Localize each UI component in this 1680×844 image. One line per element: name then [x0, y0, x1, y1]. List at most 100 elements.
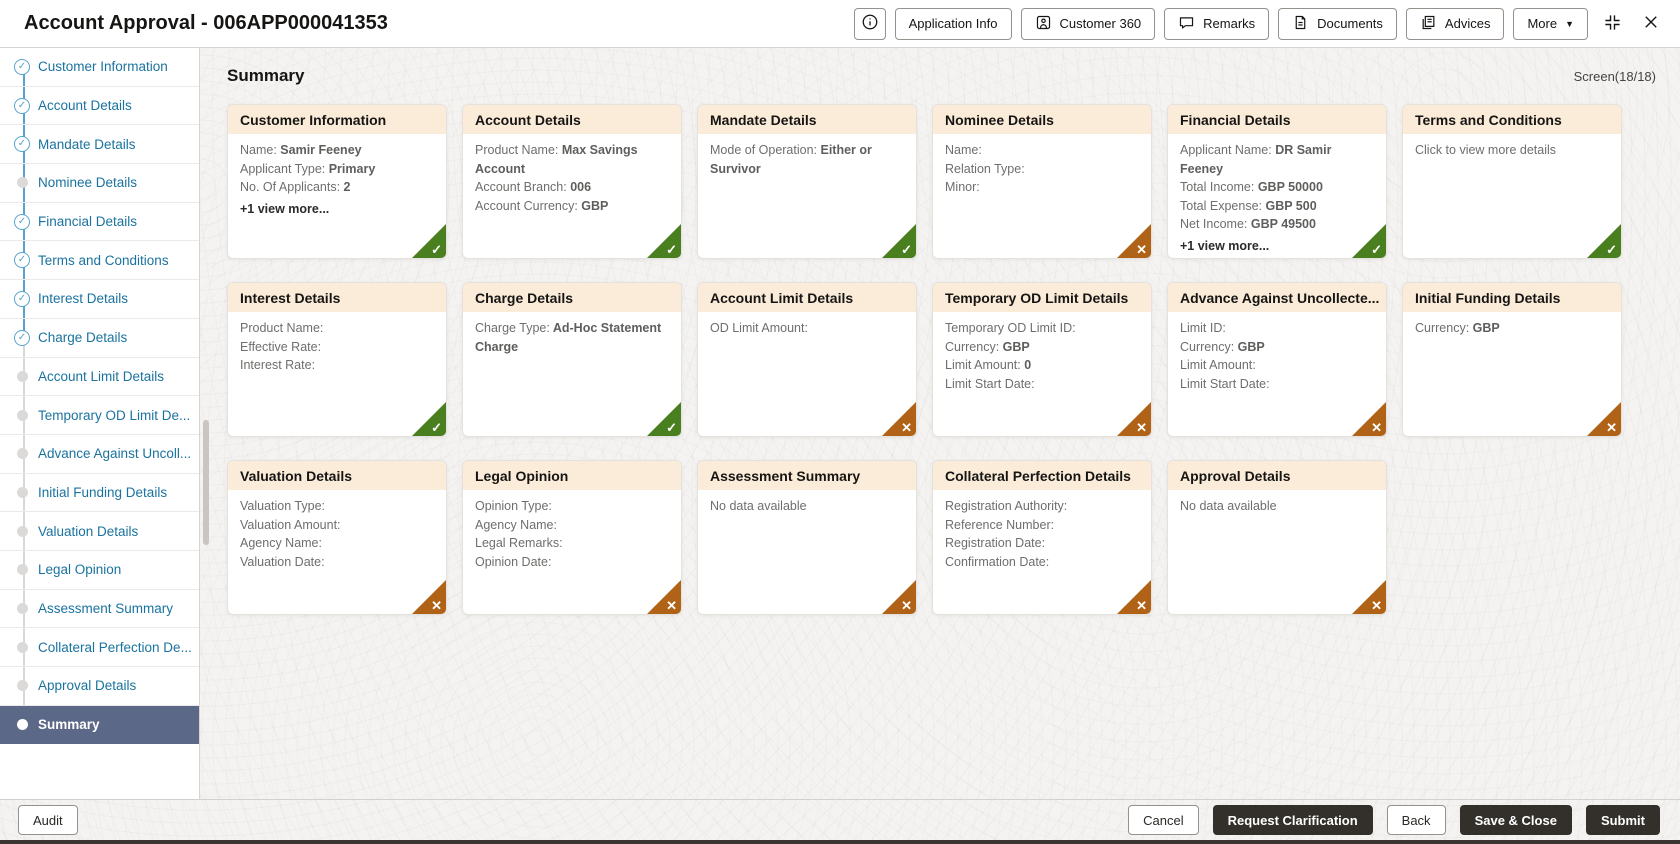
top-bar-actions: Application Info Customer 360 Remarks Do…	[853, 7, 1666, 40]
step-status-icon	[17, 680, 28, 692]
step-status-icon: ✓	[14, 97, 30, 114]
card-charge-details[interactable]: Charge Details Charge Type: Ad-Hoc State…	[462, 282, 682, 437]
card-field: Name:	[945, 143, 982, 157]
card-body: Mode of Operation: Either or Survivor	[698, 134, 916, 185]
status-glyph-icon: ✓	[666, 242, 677, 257]
customer-360-button[interactable]: Customer 360	[1020, 7, 1156, 40]
card-field: Legal Remarks:	[475, 536, 563, 550]
card-customer-information[interactable]: Customer Information Name: Samir Feeney A…	[227, 104, 447, 259]
sidebar-item-legal-opinion[interactable]: Legal Opinion	[0, 551, 199, 590]
error-cross-badge: ✕	[882, 580, 916, 614]
card-field: Reference Number:	[945, 517, 1055, 532]
back-button[interactable]: Back	[1386, 805, 1446, 835]
request-clarification-button[interactable]: Request Clarification	[1212, 805, 1373, 835]
step-status-icon: ✓	[14, 252, 30, 269]
card-account-limit-details[interactable]: Account Limit Details OD Limit Amount: ✕	[697, 282, 917, 437]
close-button[interactable]	[1636, 9, 1666, 39]
success-check-badge: ✓	[1587, 224, 1621, 258]
card-field: Product Name: Max Savings Account	[475, 143, 638, 176]
application-info-button[interactable]: Application Info	[894, 7, 1012, 40]
info-button[interactable]	[853, 7, 886, 40]
sidebar-item-initial-funding-details[interactable]: Initial Funding Details	[0, 474, 199, 513]
sidebar-item-label: Terms and Conditions	[38, 252, 169, 268]
sidebar-item-nominee-details[interactable]: Nominee Details	[0, 164, 199, 203]
sidebar-item-approval-details[interactable]: Approval Details	[0, 667, 199, 706]
card-body: Product Name: Max Savings Account Account…	[463, 134, 681, 222]
step-status-icon: ✓	[14, 58, 30, 75]
submit-button[interactable]: Submit	[1585, 805, 1660, 835]
sidebar-item-assessment-summary[interactable]: Assessment Summary	[0, 590, 199, 629]
sidebar-item-label: Temporary OD Limit De...	[38, 407, 191, 423]
advices-button[interactable]: Advices	[1405, 7, 1505, 40]
sidebar-item-label: Financial Details	[38, 214, 138, 230]
card-initial-funding-details[interactable]: Initial Funding Details Currency: GBP ✕	[1402, 282, 1622, 437]
card-field: Limit Amount: 0	[945, 358, 1032, 372]
customer-360-icon	[1035, 14, 1052, 34]
card-nominee-details[interactable]: Nominee Details Name: Relation Type: Minor…	[932, 104, 1152, 259]
card-assessment-summary[interactable]: Assessment Summary No data available ✕	[697, 460, 917, 615]
sidebar-item-temporary-od-limit-de[interactable]: Temporary OD Limit De...	[0, 396, 199, 435]
sidebar-item-customer-information[interactable]: ✓ Customer Information	[0, 48, 199, 87]
save-and-close-button[interactable]: Save & Close	[1459, 805, 1572, 835]
sidebar-item-collateral-perfection-de[interactable]: Collateral Perfection De...	[0, 628, 199, 667]
card-title: Approval Details	[1168, 461, 1386, 490]
sidebar-item-advance-against-uncoll[interactable]: Advance Against Uncoll...	[0, 435, 199, 474]
audit-button[interactable]: Audit	[18, 805, 78, 835]
card-title: Interest Details	[228, 283, 446, 312]
card-valuation-details[interactable]: Valuation Details Valuation Type: Valuati…	[227, 460, 447, 615]
step-status-icon	[17, 409, 28, 421]
card-body: Charge Type: Ad-Hoc Statement Charge	[463, 312, 681, 363]
status-glyph-icon: ✓	[1371, 242, 1382, 257]
sidebar-item-interest-details[interactable]: ✓ Interest Details	[0, 280, 199, 319]
card-account-details[interactable]: Account Details Product Name: Max Saving…	[462, 104, 682, 259]
card-approval-details[interactable]: Approval Details No data available ✕	[1167, 460, 1387, 615]
sidebar-item-label: Initial Funding Details	[38, 484, 168, 500]
sidebar-item-summary[interactable]: Summary	[0, 705, 199, 745]
sidebar-item-financial-details[interactable]: ✓ Financial Details	[0, 203, 199, 242]
card-title: Initial Funding Details	[1403, 283, 1621, 312]
screen-indicator: Screen(18/18)	[1573, 68, 1656, 84]
sidebar-item-terms-and-conditions[interactable]: ✓ Terms and Conditions	[0, 241, 199, 281]
cancel-button[interactable]: Cancel	[1128, 805, 1199, 835]
step-status-icon	[17, 641, 28, 653]
view-more-link[interactable]: +1 view more...	[1180, 239, 1374, 253]
card-temporary-od-limit-details[interactable]: Temporary OD Limit Details Temporary OD …	[932, 282, 1152, 437]
card-terms-and-conditions[interactable]: Terms and Conditions Click to view more …	[1402, 104, 1622, 259]
remarks-button[interactable]: Remarks	[1164, 7, 1270, 40]
card-body: No data available	[698, 490, 916, 523]
card-interest-details[interactable]: Interest Details Product Name: Effective …	[227, 282, 447, 437]
card-field: Charge Type: Ad-Hoc Statement Charge	[475, 321, 662, 354]
card-field: Limit ID:	[1180, 321, 1226, 335]
sidebar-item-label: Charge Details	[38, 330, 128, 346]
status-glyph-icon: ✕	[901, 598, 912, 613]
documents-button[interactable]: Documents	[1278, 7, 1397, 40]
card-field: Currency: GBP	[1415, 321, 1500, 335]
sidebar-item-account-limit-details[interactable]: Account Limit Details	[0, 358, 199, 397]
card-financial-details[interactable]: Financial Details Applicant Name: DR Sam…	[1167, 104, 1387, 259]
card-field: Limit Amount:	[1180, 358, 1256, 372]
more-button[interactable]: More ▼	[1513, 7, 1588, 40]
card-body: Product Name: Effective Rate: Interest Rat…	[228, 312, 446, 382]
card-legal-opinion[interactable]: Legal Opinion Opinion Type: Agency Name: L…	[462, 460, 682, 615]
card-field: Relation Type:	[945, 161, 1025, 176]
status-glyph-icon: ✕	[666, 598, 677, 613]
step-status-icon	[17, 525, 28, 537]
card-body: Temporary OD Limit ID: Currency: GBP Limit…	[933, 312, 1151, 400]
sidebar-item-valuation-details[interactable]: Valuation Details	[0, 512, 199, 551]
collapse-button[interactable]	[1597, 9, 1627, 39]
card-advance-against-uncollecte[interactable]: Advance Against Uncollecte... Limit ID: C…	[1167, 282, 1387, 437]
view-more-link[interactable]: +1 view more...	[240, 202, 434, 216]
sidebar-item-charge-details[interactable]: ✓ Charge Details	[0, 319, 199, 358]
sidebar-item-mandate-details[interactable]: ✓ Mandate Details	[0, 125, 199, 165]
error-cross-badge: ✕	[647, 580, 681, 614]
card-title: Mandate Details	[698, 105, 916, 134]
card-field: Limit Start Date:	[945, 376, 1035, 391]
sidebar-scrollbar[interactable]	[203, 420, 209, 545]
wizard-steps: ✓ Customer Information ✓ Account Details…	[0, 48, 199, 745]
status-glyph-icon: ✕	[431, 598, 442, 613]
card-collateral-perfection-details[interactable]: Collateral Perfection Details Registrati…	[932, 460, 1152, 615]
card-field: Valuation Type:	[240, 499, 326, 513]
card-mandate-details[interactable]: Mandate Details Mode of Operation: Eithe…	[697, 104, 917, 259]
card-body: Name: Samir Feeney Applicant Type: Primar…	[228, 134, 446, 223]
sidebar-item-account-details[interactable]: ✓ Account Details	[0, 87, 199, 126]
